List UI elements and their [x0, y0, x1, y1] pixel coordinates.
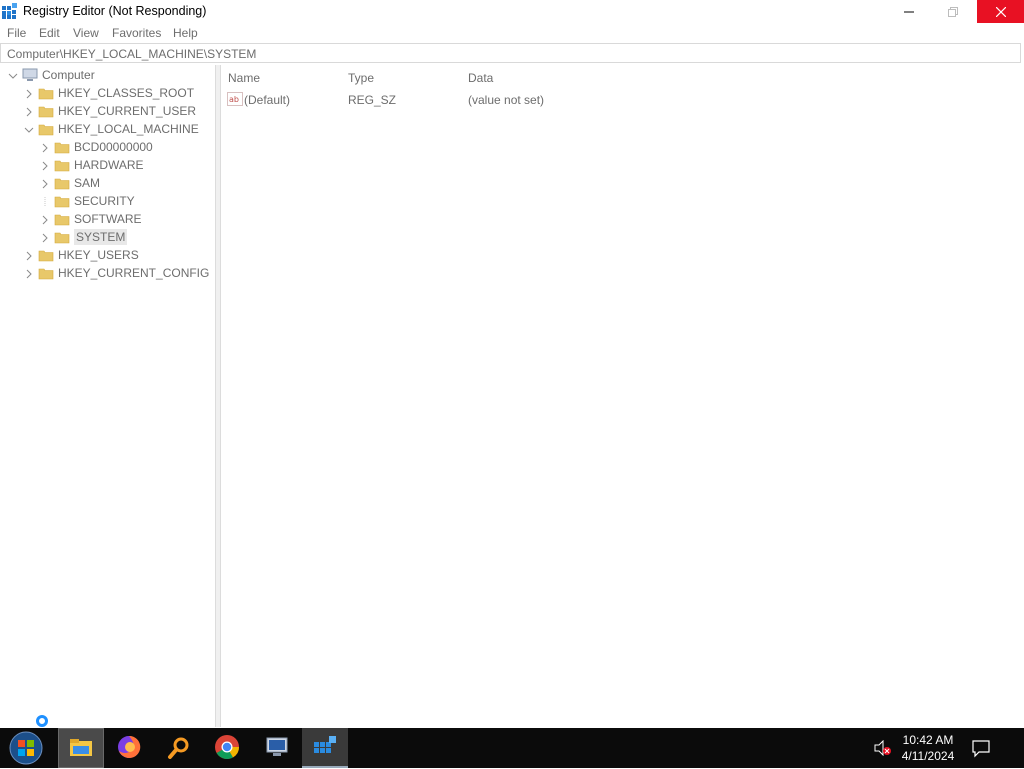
table-row[interactable]: ab (Default) REG_SZ (value not set): [221, 91, 821, 109]
address-bar[interactable]: Computer\HKEY_LOCAL_MACHINE\SYSTEM: [0, 43, 1021, 63]
tree-item-computer[interactable]: Computer: [8, 66, 95, 84]
menu-file[interactable]: File: [7, 26, 26, 40]
taskbar: 10:42 AM 4/11/2024: [0, 728, 1024, 768]
start-button[interactable]: [8, 730, 44, 766]
column-header-data[interactable]: Data: [468, 71, 493, 85]
tree-label: SECURITY: [74, 194, 135, 208]
folder-icon: [38, 267, 54, 280]
restore-button[interactable]: [930, 0, 976, 23]
busy-cursor-icon: [36, 715, 48, 727]
taskbar-search-tool[interactable]: [156, 728, 202, 768]
address-path: Computer\HKEY_LOCAL_MACHINE\SYSTEM: [7, 47, 257, 61]
tree-item-hkey-current-user[interactable]: HKEY_CURRENT_USER: [24, 102, 196, 120]
tree-item-hkey-classes-root[interactable]: HKEY_CLASSES_ROOT: [24, 84, 194, 102]
chevron-right-icon[interactable]: [24, 250, 34, 261]
value-name: (Default): [244, 93, 291, 107]
chevron-right-icon[interactable]: [24, 106, 34, 117]
tree-item-security[interactable]: SECURITY: [40, 192, 135, 210]
menu-edit[interactable]: Edit: [39, 26, 60, 40]
window-title: Registry Editor (Not Responding): [23, 4, 207, 18]
folder-open-icon: [38, 123, 54, 136]
taskbar-firefox[interactable]: [106, 728, 152, 768]
tree-connector: [40, 196, 50, 207]
tree-item-system[interactable]: SYSTEM: [40, 228, 128, 246]
chevron-right-icon[interactable]: [24, 88, 34, 99]
menu-help[interactable]: Help: [173, 26, 198, 40]
chevron-down-icon[interactable]: [8, 70, 18, 80]
tree-label: HKEY_CLASSES_ROOT: [58, 86, 195, 100]
volume-muted-icon[interactable]: [874, 739, 892, 759]
taskbar-remote-desktop[interactable]: [254, 728, 300, 768]
tree-item-software[interactable]: SOFTWARE: [40, 210, 142, 228]
taskbar-chrome[interactable]: [204, 728, 250, 768]
values-list[interactable]: Name Type Data ab (Default) REG_SZ (valu…: [221, 65, 1024, 727]
tree-label: HKEY_CURRENT_USER: [58, 104, 197, 118]
tree-label: SOFTWARE: [74, 212, 142, 226]
folder-icon: [54, 195, 70, 208]
folder-icon: [54, 141, 70, 154]
computer-icon: [22, 68, 38, 82]
tree-item-hkey-current-config[interactable]: HKEY_CURRENT_CONFIG: [24, 264, 209, 282]
column-header-name[interactable]: Name: [228, 71, 260, 85]
folder-icon: [38, 105, 54, 118]
menu-view[interactable]: View: [73, 26, 99, 40]
value-type: REG_SZ: [348, 93, 397, 107]
firefox-icon: [117, 735, 141, 762]
title-bar: Registry Editor (Not Responding): [0, 0, 1024, 23]
monitor-icon: [265, 736, 289, 761]
system-clock[interactable]: 10:42 AM 4/11/2024: [895, 732, 961, 764]
chevron-right-icon[interactable]: [40, 232, 50, 243]
tree-label: HKEY_USERS: [58, 248, 139, 262]
file-explorer-icon: [69, 737, 93, 760]
column-header-type[interactable]: Type: [348, 71, 374, 85]
chevron-right-icon[interactable]: [40, 142, 50, 153]
registry-editor-icon: [2, 3, 17, 19]
value-data: (value not set): [468, 93, 545, 107]
close-button[interactable]: [977, 0, 1024, 23]
svg-text:ab: ab: [229, 95, 239, 104]
taskbar-file-explorer[interactable]: [58, 728, 104, 768]
registry-editor-icon: [312, 734, 338, 761]
chevron-down-icon[interactable]: [24, 124, 34, 134]
string-value-icon: ab: [227, 92, 243, 106]
minimize-button[interactable]: [886, 0, 932, 23]
chrome-icon: [214, 734, 240, 763]
clock-date: 4/11/2024: [901, 749, 955, 763]
tree-label-selected: SYSTEM: [74, 229, 128, 245]
folder-icon: [38, 87, 54, 100]
tree-pane[interactable]: Computer HKEY_CLASSES_ROOT HKEY_CURRENT_…: [0, 65, 216, 727]
tree-item-hkey-local-machine[interactable]: HKEY_LOCAL_MACHINE: [24, 120, 199, 138]
folder-icon: [54, 177, 70, 190]
magnifier-icon: [167, 735, 191, 762]
folder-icon: [54, 159, 70, 172]
tree-item-sam[interactable]: SAM: [40, 174, 100, 192]
tree-label: HKEY_LOCAL_MACHINE: [58, 122, 199, 136]
tree-label: Computer: [42, 68, 95, 82]
tree-label: HARDWARE: [74, 158, 144, 172]
tree-item-hkey-users[interactable]: HKEY_USERS: [24, 246, 139, 264]
tree-label: SAM: [74, 176, 101, 190]
chevron-right-icon[interactable]: [24, 268, 34, 279]
menu-favorites[interactable]: Favorites: [112, 26, 161, 40]
taskbar-registry-editor[interactable]: [302, 728, 348, 768]
folder-icon: [54, 231, 70, 244]
tree-label: BCD00000000: [74, 140, 153, 154]
notification-icon[interactable]: [971, 738, 991, 761]
tree-item-hardware[interactable]: HARDWARE: [40, 156, 144, 174]
folder-icon: [54, 213, 70, 226]
tree-label: HKEY_CURRENT_CONFIG: [58, 266, 210, 280]
chevron-right-icon[interactable]: [40, 178, 50, 189]
tree-item-bcd00000000[interactable]: BCD00000000: [40, 138, 153, 156]
chevron-right-icon[interactable]: [40, 160, 50, 171]
folder-icon: [38, 249, 54, 262]
menu-bar: File Edit View Favorites Help: [0, 23, 1024, 43]
clock-time: 10:42 AM: [902, 733, 954, 747]
chevron-right-icon[interactable]: [40, 214, 50, 225]
